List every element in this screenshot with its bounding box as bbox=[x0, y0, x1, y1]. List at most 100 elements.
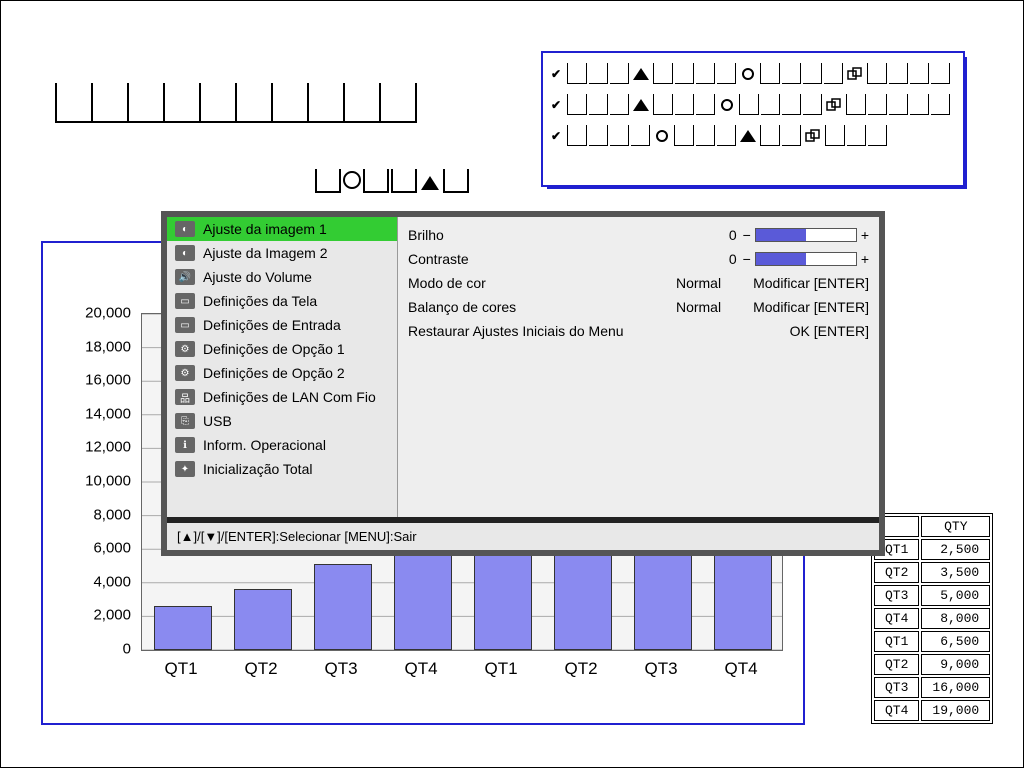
osd-menu-item[interactable]: 品 Definições de LAN Com Fio bbox=[167, 385, 397, 409]
menu-item-icon: ⚙ bbox=[175, 341, 195, 357]
menu-item-icon: ◐ bbox=[175, 245, 195, 261]
title-placeholder bbox=[55, 83, 417, 123]
menu-item-label: Definições de LAN Com Fio bbox=[203, 389, 376, 405]
y-tick-label: 16,000 bbox=[85, 372, 131, 389]
osd-main-panel: Brilho 0 − + Contraste 0 bbox=[398, 217, 879, 517]
osd-menu-item[interactable]: 🔊 Ajuste do Volume bbox=[167, 265, 397, 289]
menu-item-label: Definições de Opção 1 bbox=[203, 341, 345, 357]
cell-quarter: QT3 bbox=[874, 585, 919, 606]
osd-menu-item[interactable]: ✦Inicialização Total bbox=[167, 457, 397, 481]
data-table: QTY QT12,500QT23,500QT35,000QT48,000QT16… bbox=[871, 513, 993, 724]
osd-menu-item[interactable]: ℹ Inform. Operacional bbox=[167, 433, 397, 457]
prop-label: Modo de cor bbox=[408, 275, 486, 291]
y-tick-label: 10,000 bbox=[85, 473, 131, 490]
cell-quarter: QT2 bbox=[874, 562, 919, 583]
cell-qty: 9,000 bbox=[921, 654, 990, 675]
menu-item-icon: ◐ bbox=[175, 221, 195, 237]
x-tick-label: QT1 bbox=[164, 659, 197, 679]
menu-item-icon: ℹ bbox=[175, 437, 195, 453]
page-root: ✔ ✔ ✔ bbox=[0, 0, 1024, 768]
osd-menu-item[interactable]: ⚙Definições de Opção 2 bbox=[167, 361, 397, 385]
prop-value: Normal bbox=[676, 299, 721, 315]
y-tick-label: 6,000 bbox=[93, 540, 131, 557]
x-tick-label: QT4 bbox=[724, 659, 757, 679]
menu-item-icon: ⎘ bbox=[175, 413, 195, 429]
prop-label: Restaurar Ajustes Iniciais do Menu bbox=[408, 323, 624, 339]
y-tick-label: 14,000 bbox=[85, 405, 131, 422]
table-row: QT316,000 bbox=[874, 677, 990, 698]
table-row: QT48,000 bbox=[874, 608, 990, 629]
check-icon: ✔ bbox=[551, 98, 561, 112]
x-tick-label: QT2 bbox=[244, 659, 277, 679]
prop-restaurar[interactable]: Restaurar Ajustes Iniciais do Menu OK [E… bbox=[408, 319, 869, 343]
bar bbox=[154, 606, 212, 650]
slider-contraste[interactable]: − + bbox=[743, 251, 869, 267]
table-row: QT12,500 bbox=[874, 539, 990, 560]
prop-value: 0 bbox=[729, 227, 737, 243]
menu-item-label: Inform. Operacional bbox=[203, 437, 326, 453]
osd-sidebar: ◐Ajuste da imagem 1◐Ajuste da Imagem 2🔊A… bbox=[167, 217, 398, 517]
bar bbox=[314, 564, 372, 650]
squares-icon bbox=[824, 95, 844, 115]
menu-item-label: Ajuste do Volume bbox=[203, 269, 312, 285]
check-icon: ✔ bbox=[551, 129, 561, 143]
y-tick-label: 8,000 bbox=[93, 506, 131, 523]
slider-brilho[interactable]: − + bbox=[743, 227, 869, 243]
menu-item-label: Definições de Entrada bbox=[203, 317, 341, 333]
squares-icon bbox=[845, 64, 865, 84]
x-tick-label: QT4 bbox=[404, 659, 437, 679]
cell-quarter: QT4 bbox=[874, 608, 919, 629]
circle-icon bbox=[738, 64, 758, 84]
minus-icon[interactable]: − bbox=[743, 227, 751, 243]
check-icon: ✔ bbox=[551, 67, 561, 81]
cell-qty: 5,000 bbox=[921, 585, 990, 606]
menu-item-label: Ajuste da Imagem 2 bbox=[203, 245, 328, 261]
table-row: QT35,000 bbox=[874, 585, 990, 606]
menu-item-label: USB bbox=[203, 413, 232, 429]
circle-icon bbox=[652, 126, 672, 146]
legend-panel: ✔ ✔ ✔ bbox=[541, 51, 965, 187]
cell-qty: 16,000 bbox=[921, 677, 990, 698]
legend-row-3: ✔ bbox=[551, 125, 955, 146]
menu-item-icon: 品 bbox=[175, 389, 195, 405]
cell-qty: 6,500 bbox=[921, 631, 990, 652]
osd-menu-item[interactable]: ⎘ USB bbox=[167, 409, 397, 433]
triangle-icon bbox=[738, 126, 758, 146]
osd-menu-item[interactable]: ◐Ajuste da imagem 1 bbox=[167, 217, 397, 241]
osd-menu-item[interactable]: ▭ Definições de Entrada bbox=[167, 313, 397, 337]
osd-menu-item[interactable]: ▭Definições da Tela bbox=[167, 289, 397, 313]
prop-contraste[interactable]: Contraste 0 − + bbox=[408, 247, 869, 271]
menu-item-icon: ▭ bbox=[175, 317, 195, 333]
menu-item-icon: 🔊 bbox=[175, 269, 195, 285]
y-tick-label: 12,000 bbox=[85, 439, 131, 456]
legend-row-2: ✔ bbox=[551, 94, 955, 115]
prop-label: Contraste bbox=[408, 251, 469, 267]
cell-quarter: QT3 bbox=[874, 677, 919, 698]
cell-qty: 19,000 bbox=[921, 700, 990, 721]
table-row: QT29,000 bbox=[874, 654, 990, 675]
x-axis-labels: QT1QT2QT3QT4QT1QT2QT3QT4 bbox=[141, 659, 781, 679]
prop-action: OK [ENTER] bbox=[790, 323, 869, 339]
osd-menu-item[interactable]: ◐ Ajuste da Imagem 2 bbox=[167, 241, 397, 265]
minus-icon[interactable]: − bbox=[743, 251, 751, 267]
y-tick-label: 2,000 bbox=[93, 607, 131, 624]
x-tick-label: QT3 bbox=[324, 659, 357, 679]
circle-icon bbox=[717, 95, 737, 115]
prop-brilho[interactable]: Brilho 0 − + bbox=[408, 223, 869, 247]
prop-balanco[interactable]: Balanço de cores Normal Modificar [ENTER… bbox=[408, 295, 869, 319]
prop-value: 0 bbox=[729, 251, 737, 267]
cell-qty: 8,000 bbox=[921, 608, 990, 629]
plus-icon[interactable]: + bbox=[861, 227, 869, 243]
triangle-icon bbox=[631, 64, 651, 84]
squares-icon bbox=[803, 126, 823, 146]
osd-menu-item[interactable]: ⚙ Definições de Opção 1 bbox=[167, 337, 397, 361]
menu-item-label: Inicialização Total bbox=[203, 461, 312, 477]
cell-quarter: QT1 bbox=[874, 631, 919, 652]
menu-item-icon: ▭ bbox=[175, 293, 195, 309]
cell-quarter: QT4 bbox=[874, 700, 919, 721]
plus-icon[interactable]: + bbox=[861, 251, 869, 267]
prop-modo-cor[interactable]: Modo de cor Normal Modificar [ENTER] bbox=[408, 271, 869, 295]
bar bbox=[234, 589, 292, 650]
y-tick-label: 18,000 bbox=[85, 338, 131, 355]
cell-qty: 3,500 bbox=[921, 562, 990, 583]
